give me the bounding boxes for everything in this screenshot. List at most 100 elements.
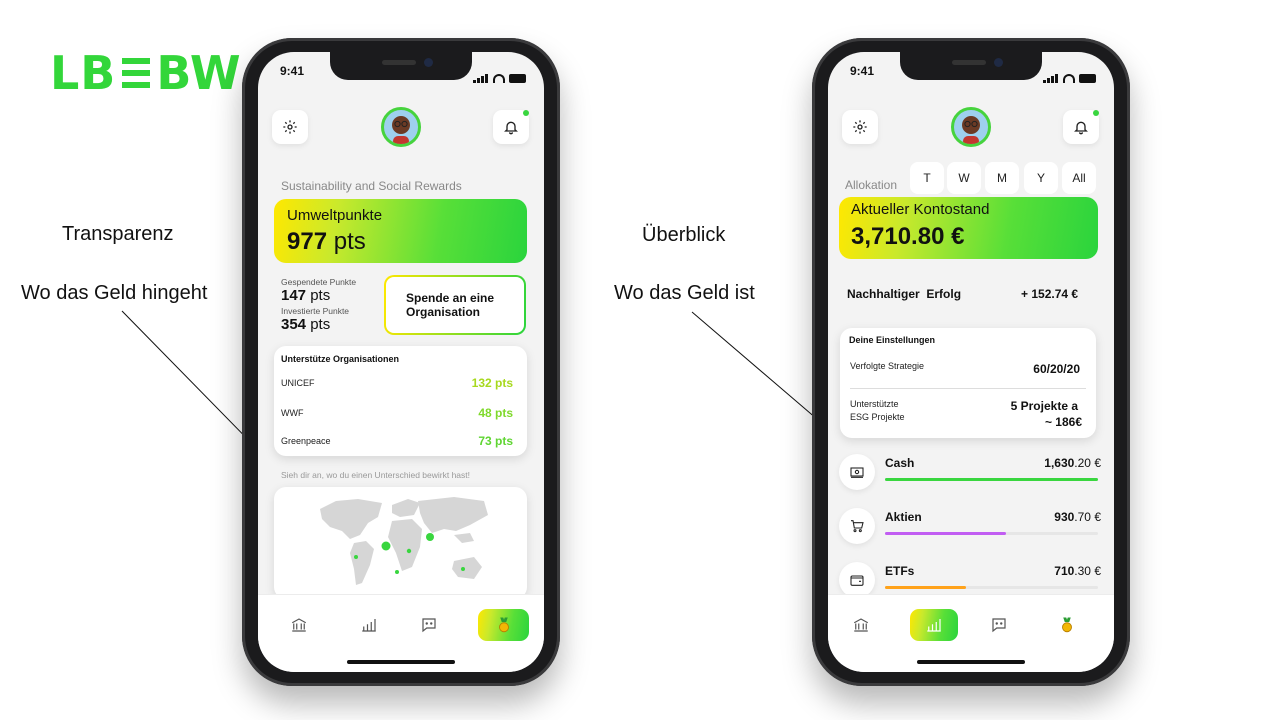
status-icons xyxy=(1043,65,1096,83)
period-m-selected[interactable]: M xyxy=(985,162,1019,194)
strategy-value: 60/20/20 xyxy=(1033,362,1080,376)
home-indicator xyxy=(917,660,1025,664)
settings-button[interactable] xyxy=(272,110,308,144)
tab-rewards[interactable] xyxy=(478,609,529,641)
asset-row-aktien[interactable]: Aktien 930.70 € xyxy=(839,504,1101,548)
donated-unit: pts xyxy=(310,287,331,304)
asset-amount-decimal: .70 € xyxy=(1074,510,1101,524)
status-icons xyxy=(473,65,526,83)
battery-icon xyxy=(509,74,526,83)
wallet-icon xyxy=(839,562,875,598)
sustainable-success-value: + 152.74 € xyxy=(1021,287,1079,301)
right-heading: Überblick xyxy=(642,224,726,246)
list-item[interactable]: Greenpeace 73 pts xyxy=(281,434,513,448)
bar-chart-icon xyxy=(927,619,941,632)
wifi-icon xyxy=(493,74,505,83)
allocation-label: Allokation xyxy=(845,178,898,192)
settings-card: Deine Einstellungen Verfolgte Strategie … xyxy=(840,328,1096,438)
asset-amount-main: 930 xyxy=(1054,510,1075,524)
impact-map[interactable] xyxy=(274,487,527,599)
org-points: 48 pts xyxy=(478,406,513,420)
period-all[interactable]: All xyxy=(1062,162,1096,194)
notification-dot xyxy=(523,110,529,116)
asset-bar-fill xyxy=(885,586,966,589)
world-map-icon xyxy=(320,497,488,585)
points-unit: pts xyxy=(333,228,366,255)
notification-dot xyxy=(1093,110,1099,116)
tab-rewards[interactable] xyxy=(1042,609,1092,641)
gear-icon xyxy=(283,120,297,134)
left-phone: 9:41 Sustainability and Social Rewards U… xyxy=(242,38,560,686)
status-time: 9:41 xyxy=(280,64,305,78)
asset-row-cash[interactable]: Cash 1,630.20 € xyxy=(839,450,1101,494)
right-phone: 9:41 Allokation T W M Y All Aktueller Ko… xyxy=(812,38,1130,686)
esg-label-2: ESG Projekte xyxy=(850,412,905,422)
tab-support[interactable] xyxy=(974,609,1024,641)
bank-icon xyxy=(291,618,307,632)
home-indicator xyxy=(347,660,455,664)
bell-icon xyxy=(1074,121,1088,135)
organisations-card: Unterstütze Organisationen UNICEF 132 pt… xyxy=(274,346,527,456)
asset-amount-main: 1,630 xyxy=(1044,456,1075,470)
asset-bar-track xyxy=(885,586,1098,589)
org-points: 73 pts xyxy=(478,434,513,448)
map-caption: Sieh dir an, wo du einen Unterschied bew… xyxy=(281,470,470,480)
tab-bank[interactable] xyxy=(274,609,324,641)
tab-bank[interactable] xyxy=(836,609,886,641)
points-card[interactable]: Umweltpunkte 977 pts xyxy=(274,199,527,263)
notch xyxy=(330,52,472,80)
period-w[interactable]: W xyxy=(947,162,981,194)
avatar[interactable] xyxy=(951,107,991,147)
sustainable-success-label: Nachhaltiger Erfolg xyxy=(847,287,962,301)
period-y[interactable]: Y xyxy=(1024,162,1058,194)
banknote-icon xyxy=(839,454,875,490)
battery-icon xyxy=(1079,74,1096,83)
settings-button[interactable] xyxy=(842,110,878,144)
esg-value-1: 5 Projekte a xyxy=(1010,399,1078,413)
donated-value-wrap: 147 pts xyxy=(281,287,330,304)
asset-amount: 930.70 € xyxy=(1054,510,1101,524)
org-name: Greenpeace xyxy=(281,436,331,446)
tab-analytics[interactable] xyxy=(344,609,394,641)
invested-value-wrap: 354 pts xyxy=(281,316,330,333)
status-time: 9:41 xyxy=(850,64,875,78)
lbbw-logo: LB BW xyxy=(50,46,242,100)
bank-icon xyxy=(853,618,869,632)
asset-bar-fill xyxy=(885,532,1007,535)
asset-name: Cash xyxy=(885,456,915,470)
esg-value-2: ~ 186€ xyxy=(1044,415,1082,429)
period-t[interactable]: T xyxy=(910,162,944,194)
asset-amount: 710.30 € xyxy=(1054,564,1101,578)
donate-button[interactable]: Spende an eine Organisation xyxy=(384,275,526,335)
list-item[interactable]: UNICEF 132 pts xyxy=(281,376,513,390)
tab-support[interactable] xyxy=(404,609,454,641)
asset-amount-decimal: .20 € xyxy=(1074,456,1101,470)
balance-title: Aktueller Kontostand xyxy=(851,201,990,218)
asset-bar-fill xyxy=(885,478,1098,481)
avatar[interactable] xyxy=(381,107,421,147)
medal-icon xyxy=(1062,617,1072,633)
medal-icon xyxy=(498,617,509,633)
list-item[interactable]: WWF 48 pts xyxy=(281,406,513,420)
asset-amount: 1,630.20 € xyxy=(1044,456,1101,470)
strategy-label: Verfolgte Strategie xyxy=(850,361,925,371)
asset-name: Aktien xyxy=(885,510,922,524)
invested-unit: pts xyxy=(310,316,331,333)
points-title: Umweltpunkte xyxy=(287,207,383,224)
balance-card[interactable]: Aktueller Kontostand 3,710.80 € xyxy=(839,197,1098,259)
logo-bars-icon xyxy=(122,58,151,88)
cart-icon xyxy=(839,508,875,544)
org-name: WWF xyxy=(281,408,304,418)
right-screen: 9:41 Allokation T W M Y All Aktueller Ko… xyxy=(828,52,1114,672)
logo-text-left: LB xyxy=(50,46,117,100)
settings-title: Deine Einstellungen xyxy=(849,335,936,345)
right-subheading: Wo das Geld ist xyxy=(614,282,755,304)
chat-icon xyxy=(422,618,436,633)
bell-icon xyxy=(504,121,518,135)
wifi-icon xyxy=(1063,74,1075,83)
asset-bar-track xyxy=(885,478,1098,481)
donate-button-label: Spende an eine Organisation xyxy=(406,291,495,319)
gear-icon xyxy=(853,120,867,134)
tab-analytics[interactable] xyxy=(910,609,958,641)
orgs-title: Unterstütze Organisationen xyxy=(281,354,400,364)
